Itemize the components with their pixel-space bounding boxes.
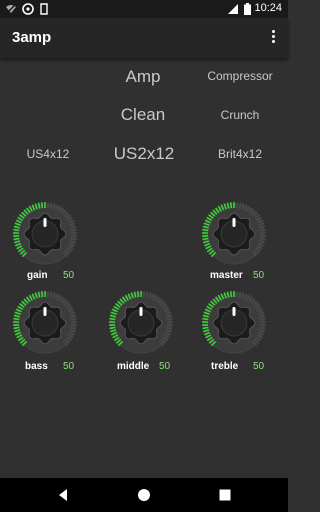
- gain-label: gain: [27, 270, 48, 281]
- battery-icon: [244, 3, 251, 15]
- middle-knob[interactable]: [106, 288, 176, 358]
- brit4x12-selector[interactable]: Brit4x12: [204, 147, 276, 161]
- bass-label: bass: [25, 361, 48, 372]
- gain-value: 50: [63, 270, 75, 281]
- back-icon[interactable]: [55, 487, 71, 503]
- overflow-menu-icon[interactable]: [266, 28, 280, 48]
- treble-knob[interactable]: [199, 288, 269, 358]
- master-value: 50: [253, 270, 265, 281]
- clean-selector[interactable]: Clean: [113, 105, 173, 125]
- us4x12-selector[interactable]: US4x12: [16, 147, 80, 161]
- treble-value: 50: [253, 361, 265, 372]
- bass-value: 50: [63, 361, 75, 372]
- crunch-selector[interactable]: Crunch: [208, 108, 272, 122]
- clock: 10:24: [254, 2, 282, 14]
- status-bar: 10:24: [0, 0, 288, 18]
- home-icon[interactable]: [136, 487, 152, 503]
- us2x12-selector[interactable]: US2x12: [104, 144, 184, 164]
- app-bar: 3amp: [0, 18, 288, 58]
- recents-icon[interactable]: [217, 487, 233, 503]
- gain-knob[interactable]: [10, 199, 80, 269]
- compressor-selector[interactable]: Compressor: [200, 69, 280, 83]
- app-title: 3amp: [12, 29, 52, 46]
- treble-label: treble: [211, 361, 239, 372]
- middle-label: middle: [117, 361, 150, 372]
- sync-icon: [22, 3, 34, 15]
- amp-selector[interactable]: Amp: [113, 67, 173, 87]
- master-label: master: [210, 270, 243, 281]
- wifi-off-icon: [5, 3, 17, 15]
- signal-icon: [228, 4, 238, 14]
- bass-knob[interactable]: [10, 288, 80, 358]
- middle-value: 50: [159, 361, 171, 372]
- sd-card-icon: [40, 3, 48, 15]
- master-knob[interactable]: [199, 199, 269, 269]
- navigation-bar: [0, 478, 288, 512]
